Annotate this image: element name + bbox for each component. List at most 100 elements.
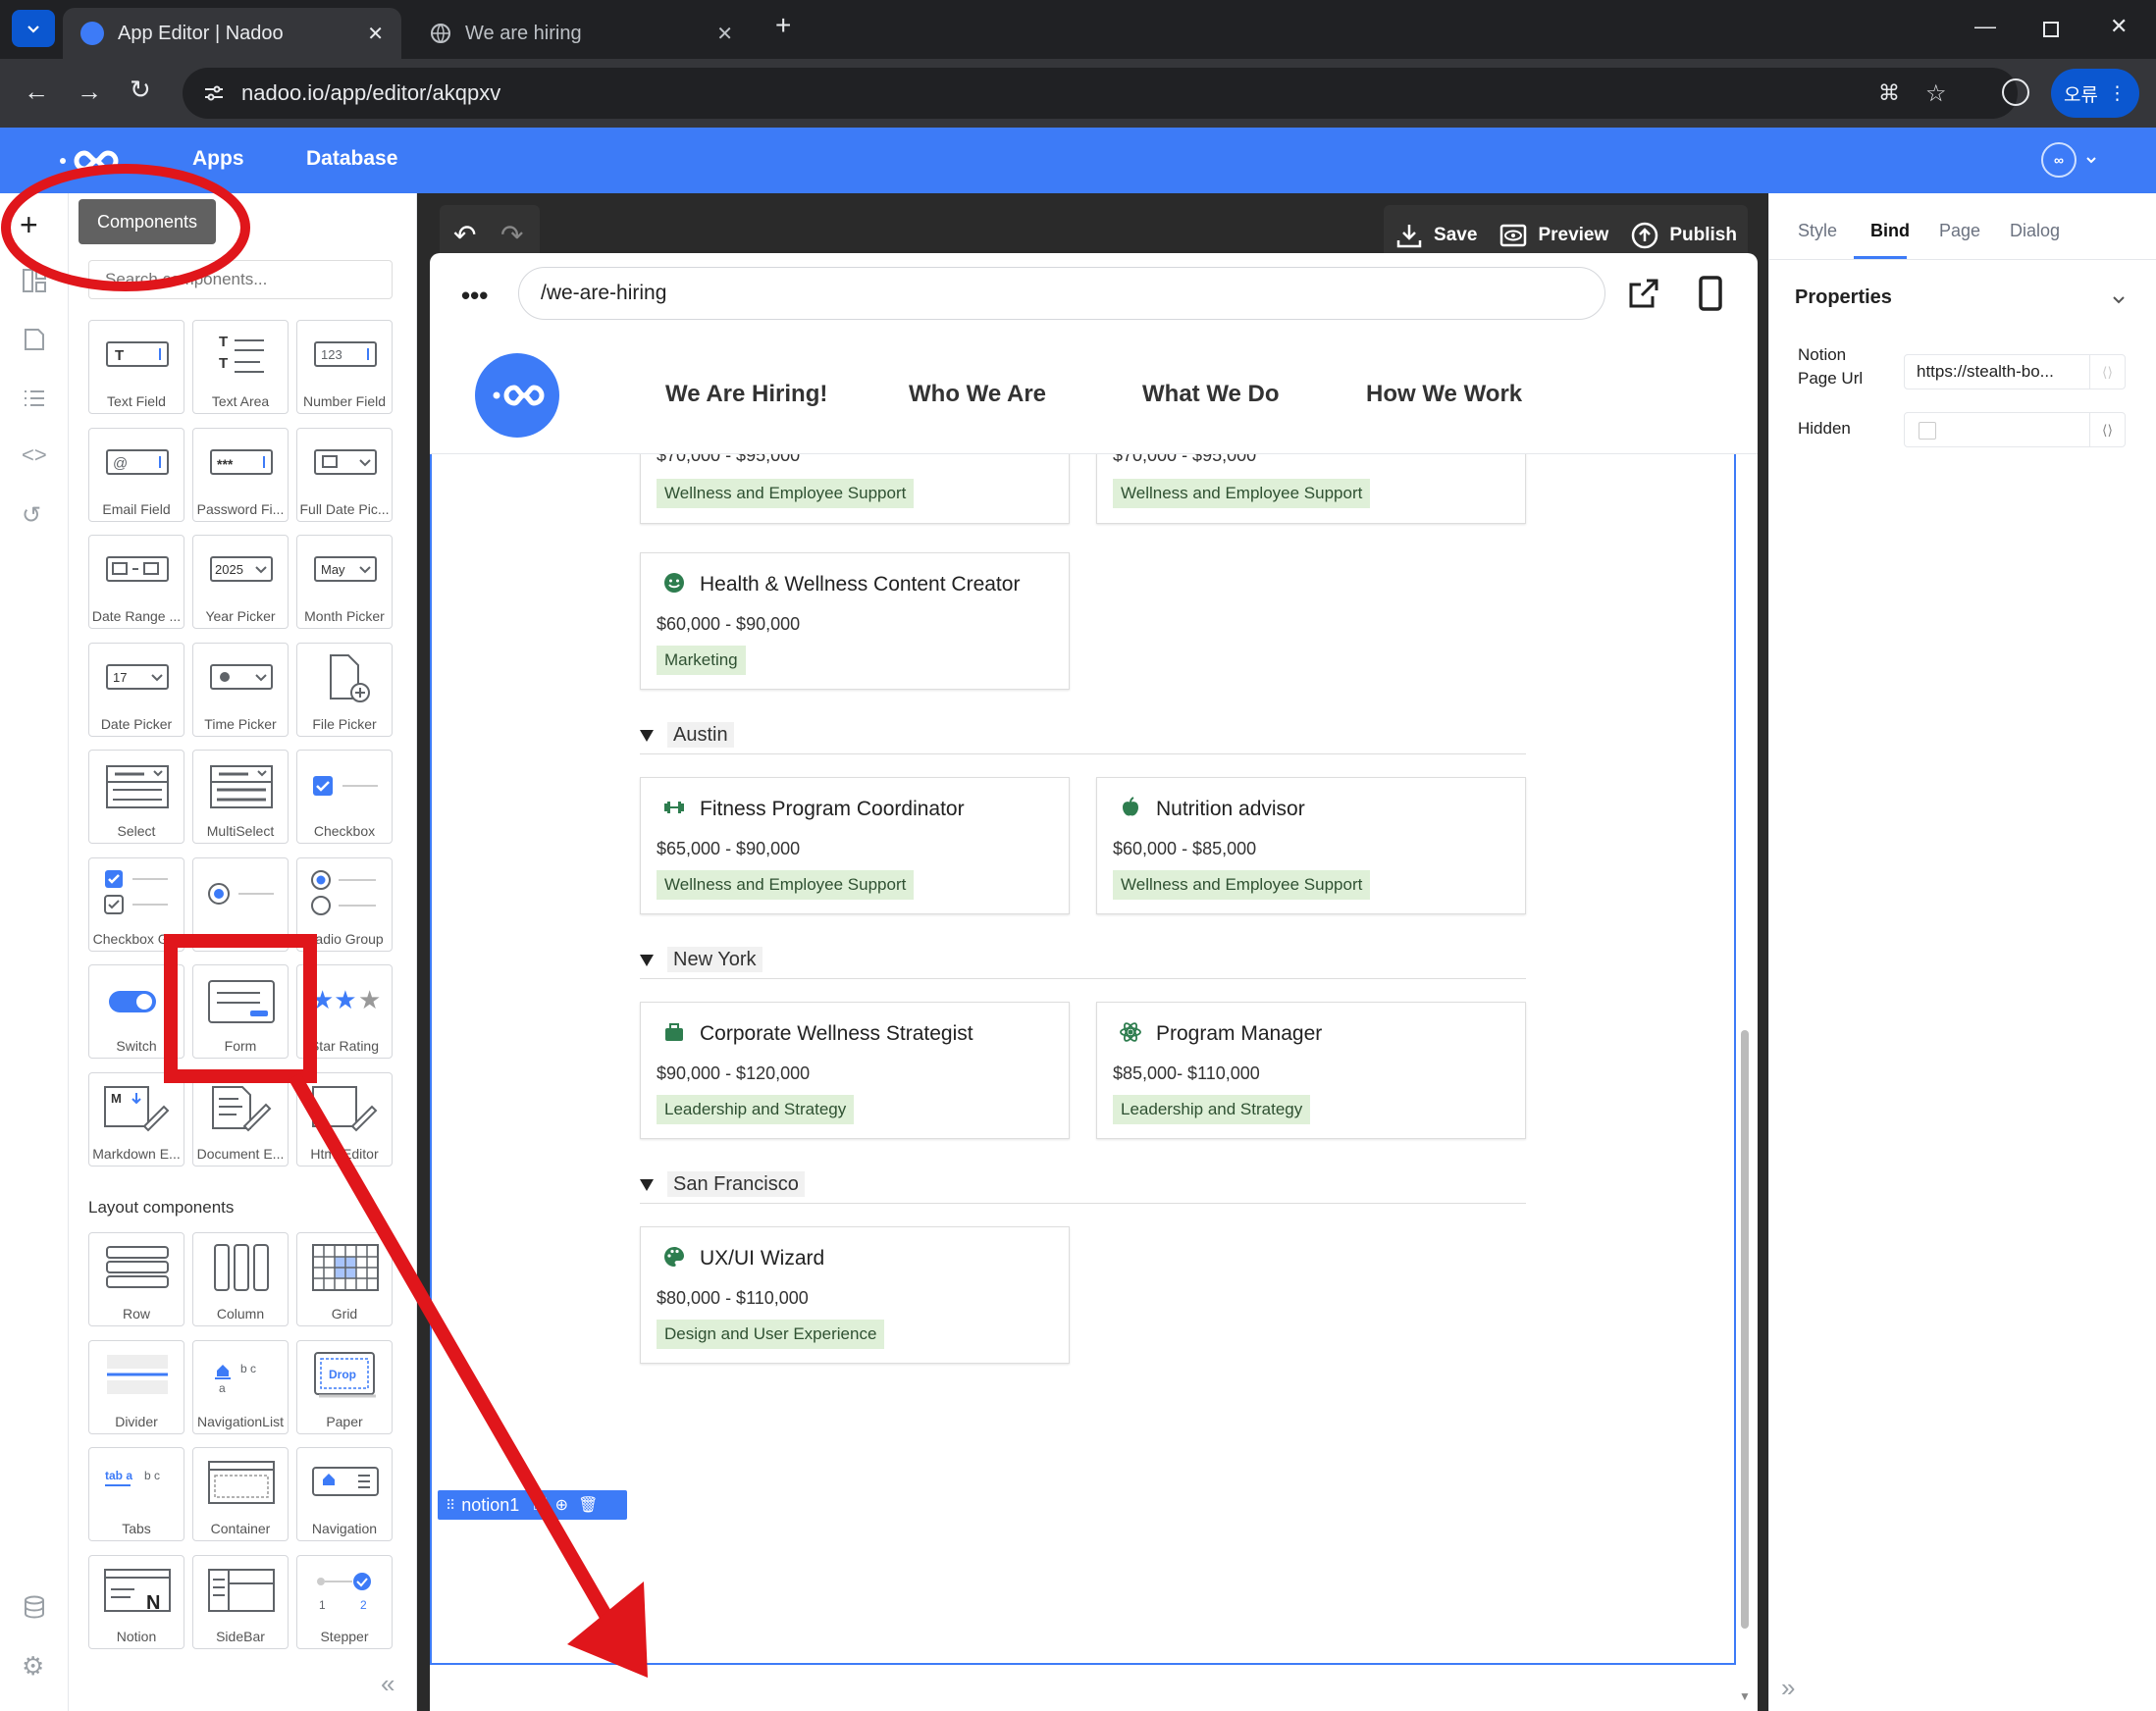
new-tab-icon[interactable]: + [775, 10, 791, 41]
location-group-header[interactable]: San Francisco [640, 1171, 805, 1197]
search-components-input[interactable] [88, 260, 393, 299]
component-divider[interactable]: Divider [88, 1339, 184, 1434]
notion-page-url-field[interactable]: https://stealth-bo... ⟨⟩ [1904, 354, 2126, 389]
scroll-down-icon[interactable]: ▼ [1739, 1689, 1751, 1703]
job-card[interactable]: Nutrition advisor $60,000 - $85,000 Wellne… [1096, 777, 1526, 914]
bookmark-star-icon[interactable]: ☆ [1925, 79, 1947, 108]
site-nav-how-we-work[interactable]: How We Work [1366, 381, 1522, 408]
publish-button[interactable]: Publish [1630, 221, 1737, 250]
site-nav-who-we-are[interactable]: Who We Are [909, 381, 1046, 408]
component-switch[interactable]: Switch [88, 964, 184, 1059]
save-button[interactable]: Save [1394, 221, 1477, 250]
component-select[interactable]: Select [88, 750, 184, 844]
copy-icon[interactable]: ❐ [533, 1495, 547, 1515]
component-date-range[interactable]: Date Range ... [88, 535, 184, 629]
component-paper[interactable]: Drop Paper [296, 1339, 393, 1434]
component-multiselect[interactable]: MultiSelect [192, 750, 289, 844]
location-group-header[interactable]: New York [640, 947, 762, 972]
job-card[interactable]: UX/UI Wizard $80,000 - $110,000 Design and… [640, 1226, 1070, 1364]
hidden-checkbox[interactable] [1919, 422, 1936, 440]
component-password-field[interactable]: *** Password Fi... [192, 427, 289, 522]
selection-label[interactable]: ⠿ notion1 ❐ ⊕ 🗑 [438, 1490, 627, 1520]
close-tab-icon[interactable]: ✕ [367, 22, 384, 46]
job-card[interactable]: Corporate Wellness Strategist $90,000 - $… [640, 1002, 1070, 1139]
reload-icon[interactable]: ↻ [130, 75, 151, 105]
component-star-rating[interactable]: ★★ ★ Star Rating [296, 964, 393, 1059]
drag-handle-icon[interactable]: ⠿ [446, 1497, 455, 1514]
browser-tab-hiring[interactable]: We are hiring ✕ [412, 8, 751, 59]
trash-icon[interactable]: 🗑 [578, 1495, 598, 1515]
component-markdown-editor[interactable]: M Markdown E... [88, 1071, 184, 1167]
history-icon[interactable]: ↺ [22, 501, 41, 530]
properties-section-title[interactable]: Properties [1795, 286, 1892, 309]
component-email-field[interactable]: @ Email Field [88, 427, 184, 522]
component-document-editor[interactable]: Document E... [192, 1071, 289, 1167]
component-file-picker[interactable]: File Picker [296, 642, 393, 737]
tab-search-button[interactable] [12, 10, 55, 47]
component-radio-group[interactable]: Radio Group [296, 856, 393, 952]
component-grid[interactable]: Grid [296, 1232, 393, 1326]
undo-icon[interactable]: ↶ [453, 219, 476, 251]
browser-tab-editor[interactable]: App Editor | Nadoo ✕ [63, 8, 401, 59]
component-html-editor[interactable]: Html Editor [296, 1071, 393, 1167]
profile-error-button[interactable]: 오류 ⋮ [2051, 69, 2139, 118]
add-components-button[interactable]: + [20, 207, 38, 243]
component-sidebar[interactable]: SideBar [192, 1554, 289, 1649]
component-stepper[interactable]: 1 2 Stepper [296, 1554, 393, 1649]
close-window-icon[interactable]: ✕ [2110, 14, 2128, 39]
url-field[interactable]: nadoo.io/app/editor/akqpxv ⌘ ☆ [183, 68, 2018, 119]
back-icon[interactable]: ← [24, 77, 49, 107]
component-text-area[interactable]: T T Text Area [192, 320, 289, 414]
open-external-icon[interactable] [1627, 277, 1660, 310]
component-month-picker[interactable]: May Month Picker [296, 535, 393, 629]
tab-bind[interactable]: Bind [1870, 221, 1910, 241]
file-icon[interactable] [22, 327, 47, 352]
user-menu-button[interactable]: ∞ [2041, 141, 2100, 179]
mobile-view-icon[interactable] [1698, 275, 1723, 312]
component-date-picker[interactable]: 17 Date Picker [88, 642, 184, 737]
location-group-header[interactable]: Austin [640, 722, 734, 748]
page-menu-icon[interactable]: ••• [461, 281, 488, 311]
job-card[interactable]: Health & Wellness Content Creator $60,00… [640, 552, 1070, 690]
maximize-icon[interactable] [2043, 22, 2059, 37]
component-checkbox-group[interactable]: Checkbox G... [88, 856, 184, 952]
tab-style[interactable]: Style [1798, 221, 1837, 241]
component-column[interactable]: Column [192, 1232, 289, 1326]
page-url-field[interactable]: /we-are-hiring [518, 267, 1605, 320]
nav-database[interactable]: Database [306, 147, 397, 171]
globe-icon[interactable]: ⊕ [555, 1495, 568, 1515]
pages-icon[interactable] [22, 268, 47, 293]
job-card[interactable]: Program Manager $85,000- $110,000 Leadersh… [1096, 1002, 1526, 1139]
site-logo-icon[interactable] [475, 353, 559, 438]
component-navigation-list[interactable]: b c a NavigationList [192, 1339, 289, 1434]
component-form[interactable]: Form [192, 964, 289, 1059]
bind-code-icon[interactable]: ⟨⟩ [2089, 355, 2125, 389]
chevron-down-icon[interactable] [2110, 290, 2128, 308]
minimize-icon[interactable]: — [1974, 14, 1996, 39]
component-row[interactable]: Row [88, 1232, 184, 1326]
component-year-picker[interactable]: 2025 Year Picker [192, 535, 289, 629]
job-card[interactable]: Fitness Program Coordinator $65,000 - $90… [640, 777, 1070, 914]
list-icon[interactable] [22, 386, 47, 411]
component-navigation[interactable]: Navigation [296, 1447, 393, 1541]
expand-panel-icon[interactable]: » [1781, 1673, 1795, 1703]
close-tab-icon[interactable]: ✕ [716, 22, 733, 46]
collapse-panel-icon[interactable]: « [381, 1669, 394, 1699]
settings-gear-icon[interactable]: ⚙ [22, 1651, 44, 1682]
translate-icon[interactable]: ⌘ [1878, 80, 1900, 106]
component-tabs[interactable]: tab a b c Tabs [88, 1447, 184, 1541]
bind-code-icon[interactable]: ⟨⟩ [2089, 413, 2125, 446]
canvas-scrollbar[interactable] [1741, 1030, 1749, 1629]
profile-avatar-icon[interactable] [2002, 78, 2029, 106]
component-container[interactable]: Container [192, 1447, 289, 1541]
nadoo-logo-icon[interactable] [55, 143, 124, 179]
component-full-date-picker[interactable]: Full Date Pic... [296, 427, 393, 522]
site-nav-we-are-hiring[interactable]: We Are Hiring! [665, 381, 827, 408]
nav-apps[interactable]: Apps [192, 147, 244, 171]
site-nav-what-we-do[interactable]: What We Do [1142, 381, 1280, 408]
forward-icon[interactable]: → [77, 77, 102, 107]
component-radio[interactable]: Radio [192, 856, 289, 952]
preview-button[interactable]: Preview [1499, 221, 1608, 250]
tab-page[interactable]: Page [1939, 221, 1980, 241]
component-text-field[interactable]: T Text Field [88, 320, 184, 414]
